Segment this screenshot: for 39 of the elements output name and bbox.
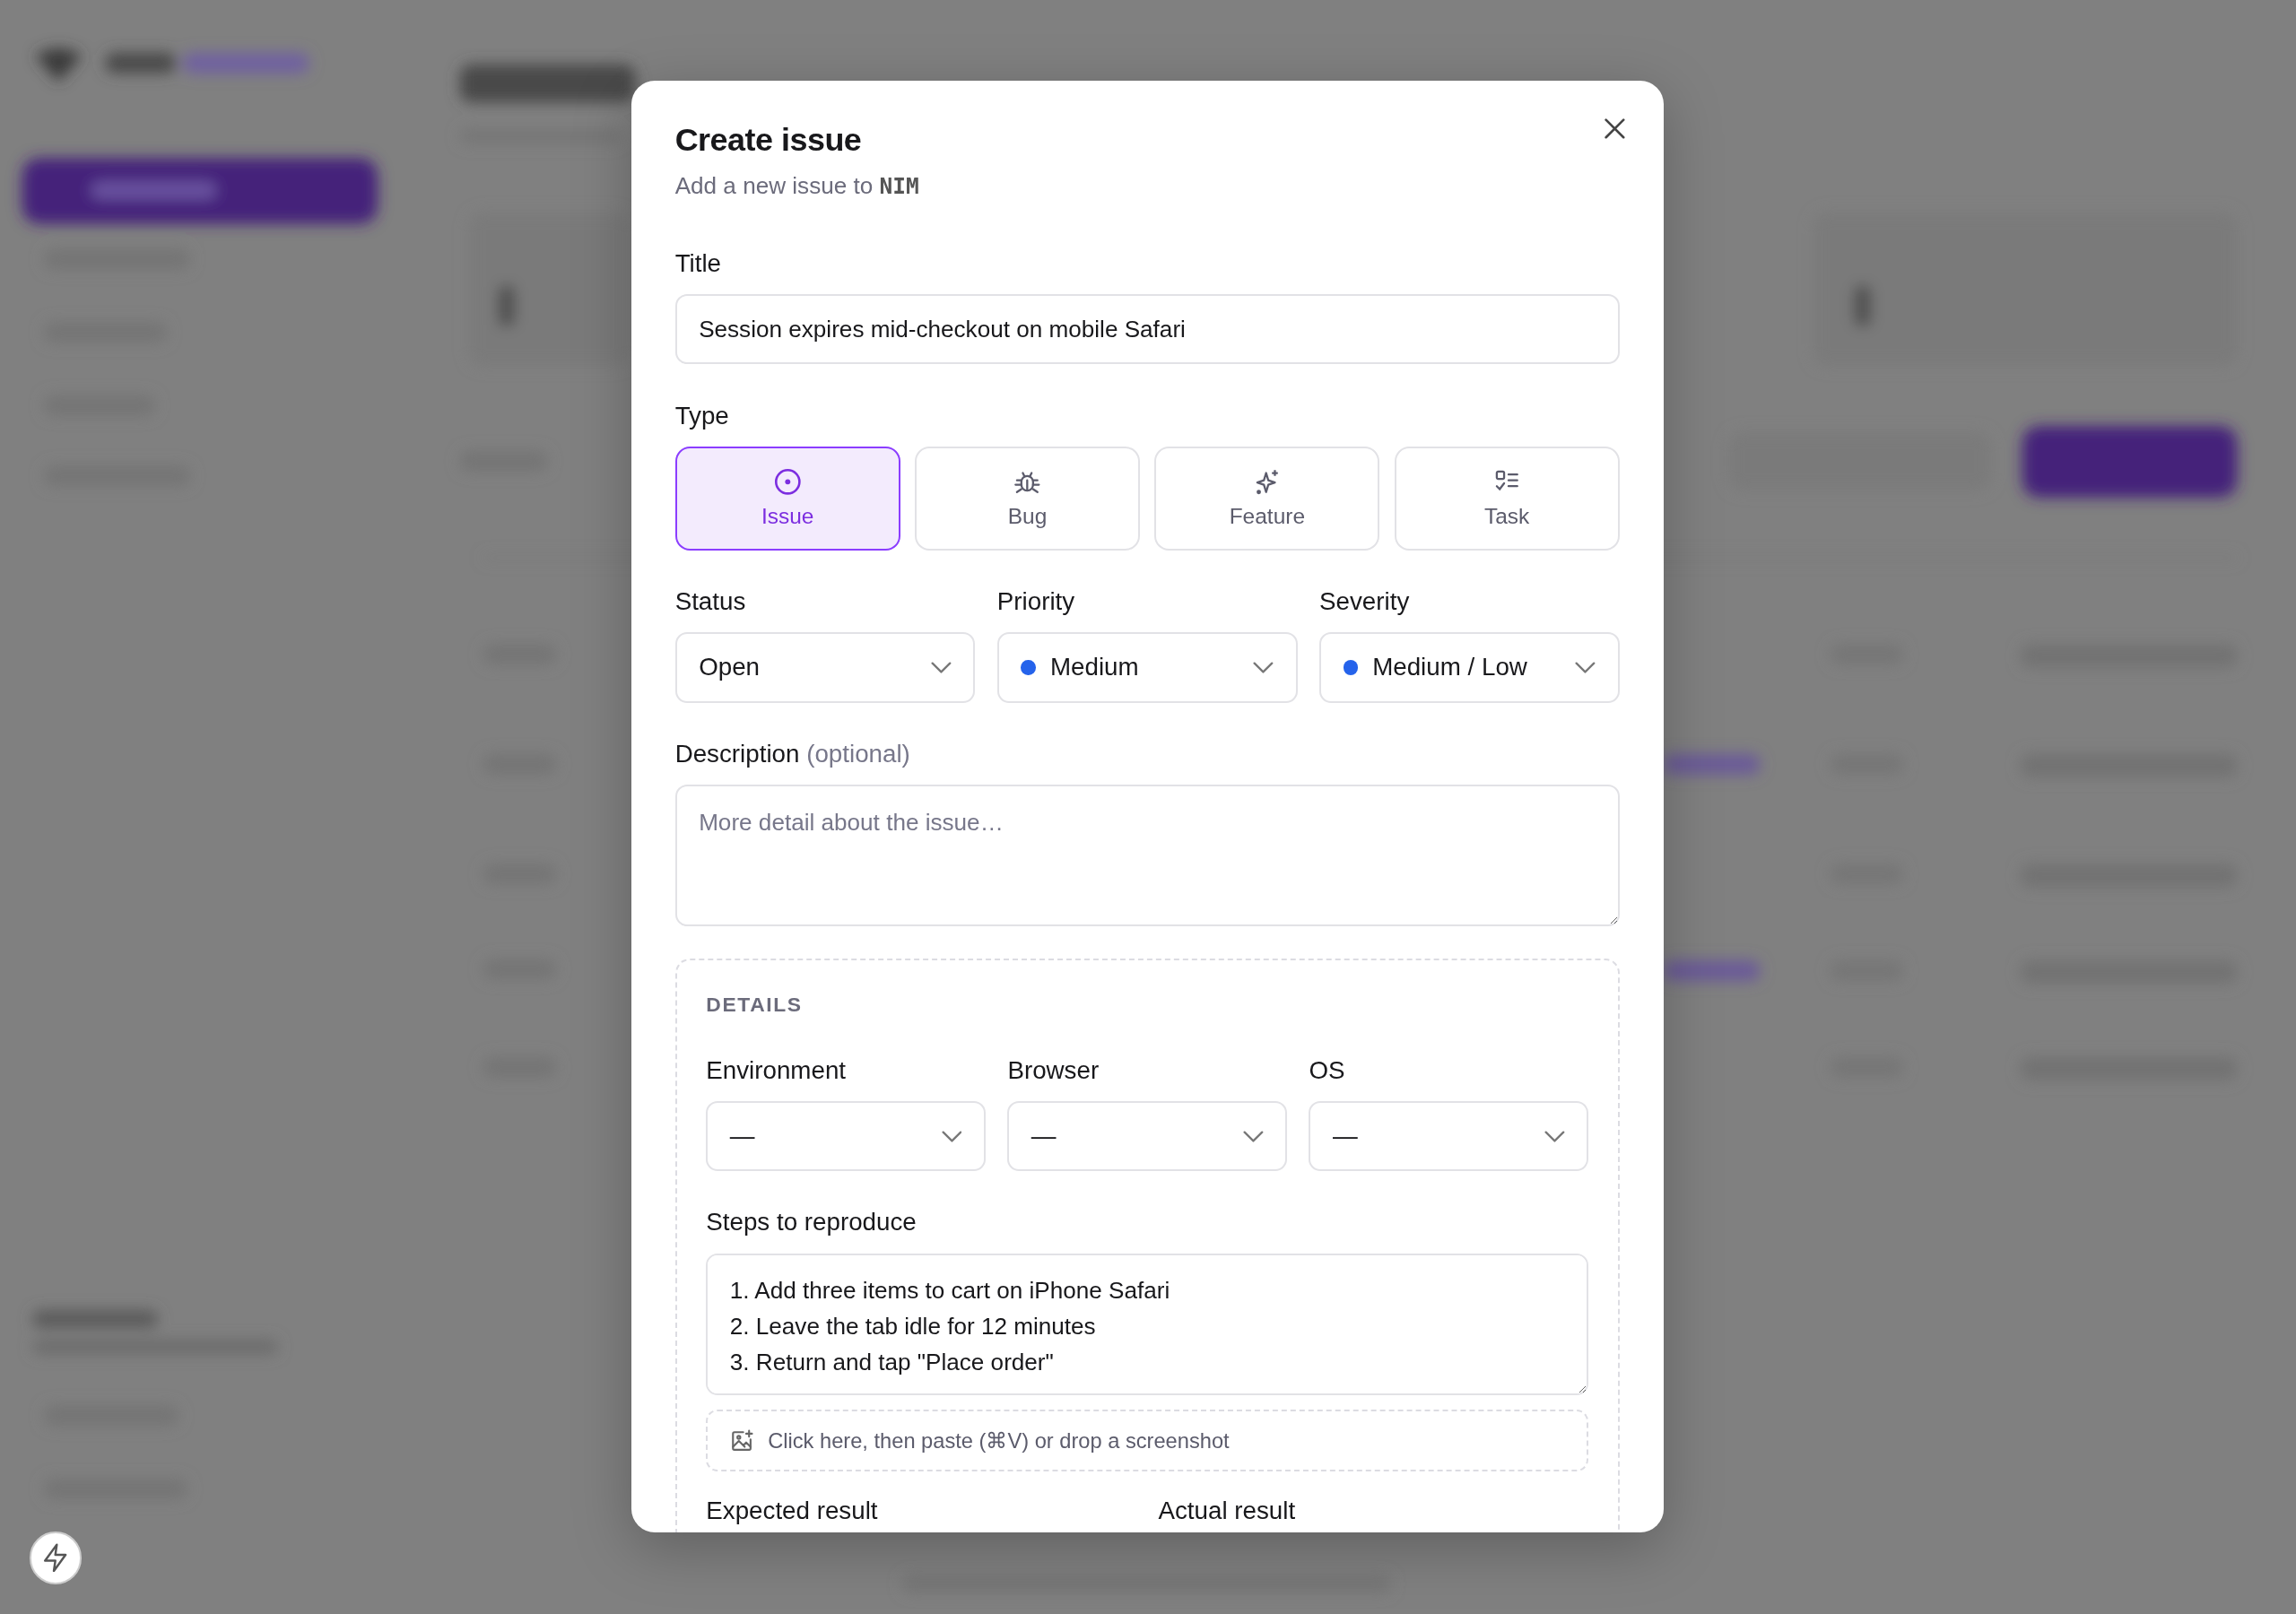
chevron-icon [931,661,952,673]
field-label: OS [1309,1054,1345,1086]
dropdown-field[interactable]: — [1007,1100,1287,1172]
dropdown-field[interactable]: — [706,1100,986,1172]
type-option[interactable]: Task [1394,446,1620,551]
field-label: Priority [996,586,1075,617]
dropdown-field[interactable]: Medium / Low [1319,632,1620,703]
chevron-icon [1575,661,1596,673]
circle-dot-icon [772,467,803,498]
dialog-title: Create issue [674,120,862,161]
chevron-icon [1242,1130,1264,1142]
dropdown-field[interactable]: Open [674,632,976,703]
field-label: Status [674,586,746,617]
screenshot-dropzone[interactable]: Click here, then paste (⌘V) or drop a screenshot [706,1410,1589,1471]
field-label: Type [674,400,729,431]
title-input[interactable]: Session expires mid-checkout on mobile Safari [674,294,1620,365]
chevron-icon [1544,1130,1565,1142]
type-option[interactable]: Bug [915,446,1140,551]
section-heading: DETAILS [706,991,804,1018]
field-label: Severity [1319,586,1410,617]
description-textarea[interactable]: More detail about the issue… [674,784,1620,927]
field-label: Steps to reproduce [706,1207,917,1238]
field-label: Browser [1007,1054,1100,1086]
type-option[interactable]: Feature [1154,446,1380,551]
field-label: Actual result [1158,1496,1296,1527]
lightning-icon [42,1542,69,1573]
chevron-icon [941,1130,962,1142]
field-label: Description (optional) [674,738,910,769]
dialog-subtitle: Add a new issue to NIM [674,170,919,201]
field-label: Title [674,247,722,279]
dropdown-field[interactable]: — [1309,1100,1589,1172]
image-add-icon [729,1428,753,1453]
chevron-icon [1253,661,1274,673]
dropdown-field[interactable]: Medium [996,632,1298,703]
close-icon [1605,118,1626,140]
steps-textarea[interactable]: 1. Add three items to cart on iPhone Safari 2. Leave the tab idle for 12 minutes 3. Return and tap "Place order" [706,1253,1589,1396]
field-label: Expected result [706,1496,878,1527]
field-label: Environment [706,1054,847,1086]
type-option[interactable]: Issue [674,446,900,551]
